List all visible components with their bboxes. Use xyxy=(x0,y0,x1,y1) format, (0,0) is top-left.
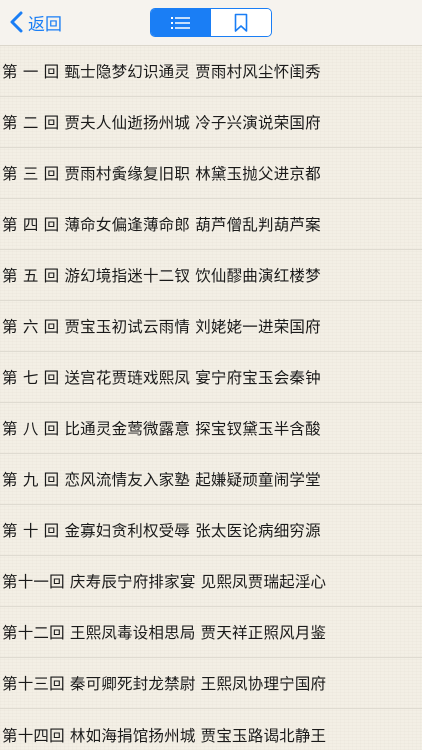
tab-bookmarks[interactable] xyxy=(211,9,271,36)
chapter-title: 第 四 回 薄命女偏逢薄命郎 葫芦僧乱判葫芦案 xyxy=(2,216,321,234)
chapter-row[interactable]: 第 十 回 金寡妇贪利权受辱 张太医论病细穷源 xyxy=(0,505,422,556)
back-label: 返回 xyxy=(28,14,62,35)
chapter-row[interactable]: 第 二 回 贾夫人仙逝扬州城 冷子兴演说荣国府 xyxy=(0,97,422,148)
chapter-title: 第 二 回 贾夫人仙逝扬州城 冷子兴演说荣国府 xyxy=(2,114,321,132)
bookmark-icon xyxy=(234,13,248,32)
chapter-row[interactable]: 第十三回 秦可卿死封龙禁尉 王熙凤协理宁国府 xyxy=(0,658,422,709)
chapter-row[interactable]: 第 八 回 比通灵金莺微露意 探宝钗黛玉半含酸 xyxy=(0,403,422,454)
chevron-left-icon xyxy=(10,11,23,33)
chapter-title: 第十三回 秦可卿死封龙禁尉 王熙凤协理宁国府 xyxy=(2,675,327,693)
chapter-row[interactable]: 第十四回 林如海捐馆扬州城 贾宝玉路谒北静王 xyxy=(0,709,422,750)
chapter-title: 第十一回 庆寿辰宁府排家宴 见熙凤贾瑞起淫心 xyxy=(2,573,327,591)
chapter-title: 第 七 回 送宫花贾琏戏熙凤 宴宁府宝玉会秦钟 xyxy=(2,369,321,387)
chapter-row[interactable]: 第 六 回 贾宝玉初试云雨情 刘姥姥一进荣国府 xyxy=(0,301,422,352)
chapter-row[interactable]: 第 四 回 薄命女偏逢薄命郎 葫芦僧乱判葫芦案 xyxy=(0,199,422,250)
chapter-row[interactable]: 第 九 回 恋风流情友入家塾 起嫌疑顽童闹学堂 xyxy=(0,454,422,505)
tab-chapter-list[interactable] xyxy=(151,9,211,36)
chapter-row[interactable]: 第十一回 庆寿辰宁府排家宴 见熙凤贾瑞起淫心 xyxy=(0,556,422,607)
list-icon xyxy=(171,16,190,29)
chapter-title: 第 五 回 游幻境指迷十二钗 饮仙醪曲演红楼梦 xyxy=(2,267,321,285)
chapter-title: 第十二回 王熙凤毒设相思局 贾天祥正照风月鉴 xyxy=(2,624,327,642)
chapter-title: 第 六 回 贾宝玉初试云雨情 刘姥姥一进荣国府 xyxy=(2,318,321,336)
chapter-title: 第 十 回 金寡妇贪利权受辱 张太医论病细穷源 xyxy=(2,522,321,540)
chapter-title: 第 九 回 恋风流情友入家塾 起嫌疑顽童闹学堂 xyxy=(2,471,321,489)
chapter-title: 第 三 回 贾雨村夤缘复旧职 林黛玉抛父进京都 xyxy=(2,165,321,183)
view-segmented-control xyxy=(150,8,272,37)
chapter-row[interactable]: 第 五 回 游幻境指迷十二钗 饮仙醪曲演红楼梦 xyxy=(0,250,422,301)
chapter-title: 第 一 回 甄士隐梦幻识通灵 贾雨村风尘怀闺秀 xyxy=(2,63,321,81)
chapter-row[interactable]: 第 七 回 送宫花贾琏戏熙凤 宴宁府宝玉会秦钟 xyxy=(0,352,422,403)
chapter-row[interactable]: 第十二回 王熙凤毒设相思局 贾天祥正照风月鉴 xyxy=(0,607,422,658)
chapter-title: 第十四回 林如海捐馆扬州城 贾宝玉路谒北静王 xyxy=(2,726,327,745)
back-button[interactable]: 返回 xyxy=(10,8,62,36)
chapter-row[interactable]: 第 一 回 甄士隐梦幻识通灵 贾雨村风尘怀闺秀 xyxy=(0,46,422,97)
chapter-row[interactable]: 第 三 回 贾雨村夤缘复旧职 林黛玉抛父进京都 xyxy=(0,148,422,199)
chapter-list[interactable]: 第 一 回 甄士隐梦幻识通灵 贾雨村风尘怀闺秀 第 二 回 贾夫人仙逝扬州城 冷… xyxy=(0,46,422,750)
chapter-title: 第 八 回 比通灵金莺微露意 探宝钗黛玉半含酸 xyxy=(2,420,321,438)
navigation-bar: 返回 xyxy=(0,0,422,45)
